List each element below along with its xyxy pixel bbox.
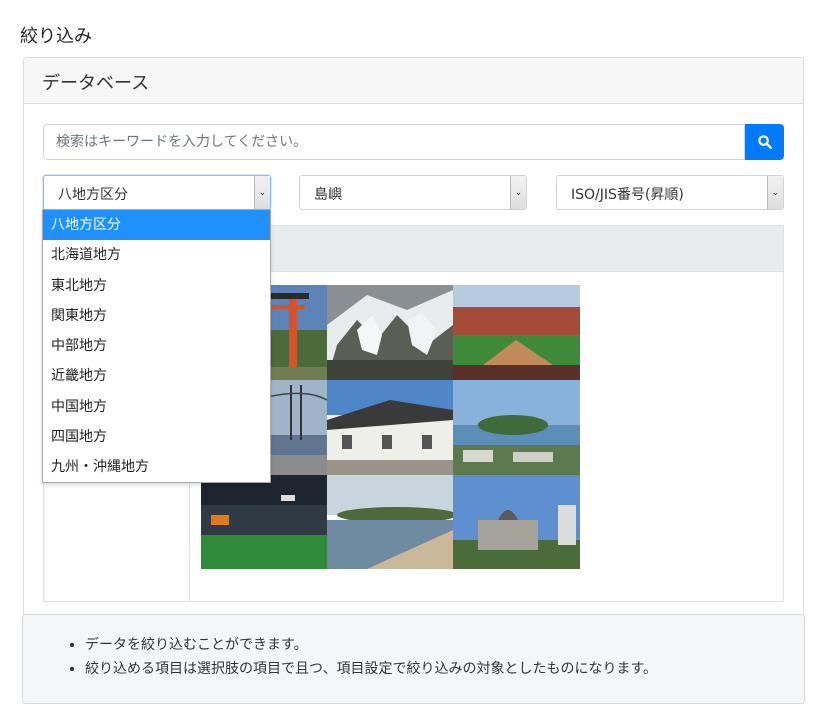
info-item: 絞り込める項目は選択肢の項目で且つ、項目設定で絞り込みの対象としたものになります…	[85, 657, 784, 681]
category-select-value: 島嶼	[314, 187, 342, 203]
dropdown-option[interactable]: 四国地方	[43, 422, 270, 452]
photo-snowy-mountain[interactable]	[327, 285, 453, 380]
page-title: 絞り込み	[20, 26, 92, 47]
dropdown-option[interactable]: 東北地方	[43, 271, 270, 301]
dropdown-option[interactable]: 関東地方	[43, 301, 270, 331]
search-bar	[43, 124, 784, 160]
region-select[interactable]: 八地方区分 ⌄	[43, 175, 271, 210]
photo-island-bay[interactable]	[453, 380, 580, 475]
search-button[interactable]	[745, 124, 784, 160]
search-icon	[757, 135, 772, 149]
photo-baseball-stadium[interactable]	[453, 285, 580, 380]
info-list: データを絞り込むことができます。 絞り込める項目は選択肢の項目で且つ、項目設定で…	[63, 633, 784, 681]
category-select[interactable]: 島嶼 ⌄	[299, 175, 527, 210]
sort-select[interactable]: ISO/JIS番号(昇順) ⌄	[556, 175, 784, 210]
dropdown-option[interactable]: 中国地方	[43, 392, 270, 422]
photo-storehouses[interactable]	[327, 380, 453, 475]
dropdown-option[interactable]: 北海道地方	[43, 240, 270, 270]
dropdown-option[interactable]: 近畿地方	[43, 361, 270, 391]
dropdown-option[interactable]: 九州・沖縄地方	[43, 452, 270, 482]
search-input[interactable]	[43, 124, 745, 160]
photo-sandy-beach[interactable]	[327, 475, 453, 569]
sort-select-value: ISO/JIS番号(昇順)	[571, 187, 684, 203]
photo-atomic-bomb-dome[interactable]	[453, 475, 580, 569]
region-select-value: 八地方区分	[58, 187, 128, 203]
chevron-down-icon: ⌄	[767, 176, 783, 209]
card-header: データベース	[24, 58, 803, 104]
dropdown-option[interactable]: 八地方区分	[43, 210, 270, 241]
chevron-down-icon: ⌄	[254, 176, 270, 209]
region-dropdown-list: 八地方区分 北海道地方 東北地方 関東地方 中部地方 近畿地方 中国地方 四国地…	[42, 209, 271, 483]
info-item: データを絞り込むことができます。	[85, 633, 784, 657]
info-box: データを絞り込むことができます。 絞り込める項目は選択肢の項目で且つ、項目設定で…	[22, 614, 805, 704]
dropdown-option[interactable]: 中部地方	[43, 331, 270, 361]
chevron-down-icon: ⌄	[510, 176, 526, 209]
photo-soccer-stadium[interactable]	[201, 475, 327, 569]
